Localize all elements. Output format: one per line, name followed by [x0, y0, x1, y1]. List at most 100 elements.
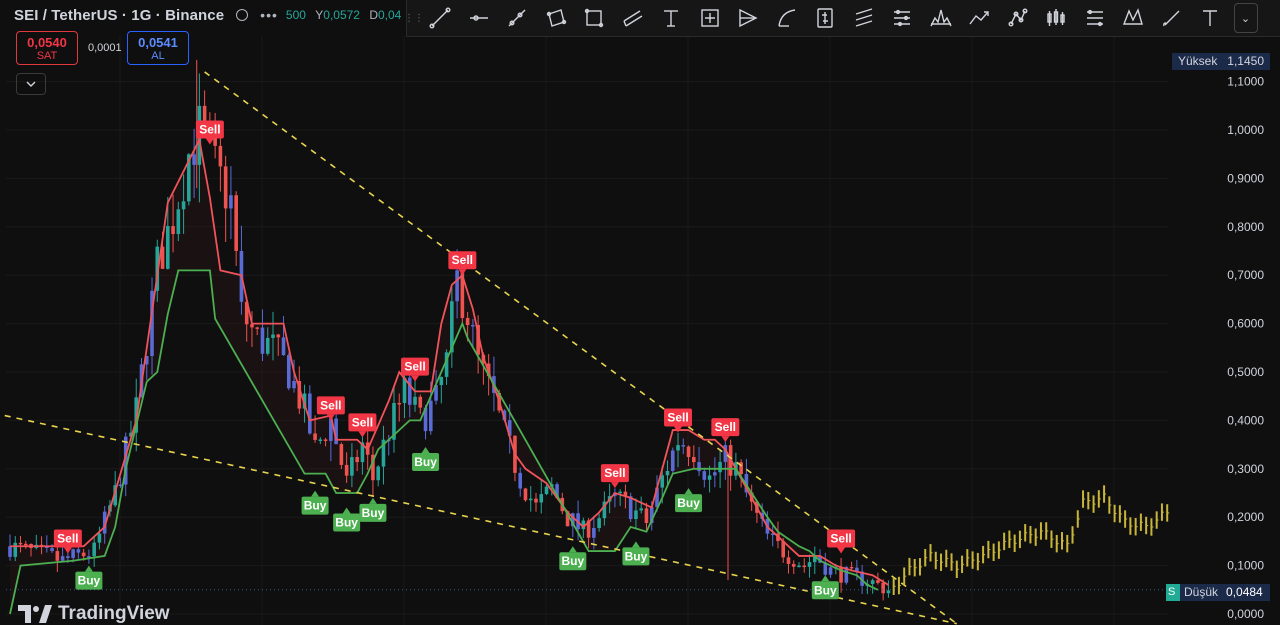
signal-text: Buy	[677, 496, 700, 510]
tool-trend-line-button[interactable]	[421, 0, 460, 36]
candle-body	[8, 546, 12, 557]
candle-body	[786, 557, 791, 564]
tool-text-t-button[interactable]	[652, 0, 691, 36]
rectangle-shape-icon	[546, 9, 566, 27]
candle-body	[523, 488, 528, 501]
buy-button[interactable]: 0,0541 AL	[127, 31, 189, 65]
signal-text: Buy	[625, 549, 648, 563]
y-tick-label: 1,1000	[1227, 75, 1264, 89]
candle-body	[676, 445, 680, 451]
tool-fib-extension-button[interactable]	[1076, 0, 1115, 36]
tool-head-shoulders-button[interactable]	[922, 0, 961, 36]
candle-body	[886, 590, 891, 594]
tool-ray-button[interactable]	[498, 0, 537, 36]
candle-body	[118, 484, 123, 487]
candle-body	[276, 334, 281, 338]
tool-fib-lines-button[interactable]	[845, 0, 884, 36]
tool-parallel-channel-button[interactable]	[614, 0, 653, 36]
more-options-icon[interactable]: •••	[260, 7, 278, 23]
candle-body	[465, 317, 470, 326]
candle-body	[397, 402, 402, 405]
candle-body	[71, 549, 75, 558]
price-chart[interactable]: 0,0000 0,1000 0,2000 0,3000 0,4000 0,5000 0,60…	[0, 0, 1280, 625]
curve-icon	[778, 9, 795, 27]
toolbar-grip-icon[interactable]: ⋮⋮	[404, 0, 424, 36]
market-status-icon[interactable]	[236, 9, 249, 21]
candle-body	[618, 491, 622, 494]
candle-body	[13, 542, 18, 557]
candle-body	[686, 446, 691, 458]
candle-body	[791, 563, 796, 567]
candle-body	[60, 556, 65, 561]
candle-body	[18, 542, 23, 545]
y-tick-label: 0,5000	[1227, 365, 1264, 379]
tool-brush-button[interactable]	[1153, 0, 1192, 36]
brush-icon	[1162, 10, 1180, 27]
signal-text: Sell	[320, 398, 341, 412]
candle-body	[429, 400, 433, 432]
tool-price-note-button[interactable]	[806, 0, 845, 36]
candle-body	[23, 543, 28, 546]
candle-body	[518, 472, 523, 489]
candle-body	[376, 466, 380, 481]
symbol-title[interactable]: SEI / TetherUS · 1G · Binance	[0, 7, 224, 24]
candle-body	[166, 226, 170, 269]
candle-body	[876, 580, 880, 583]
candle-body	[344, 464, 349, 476]
candle-body	[308, 393, 312, 434]
buy-label: AL	[151, 50, 165, 62]
tool-pitchfork-button[interactable]	[729, 0, 768, 36]
signal-text: Buy	[814, 583, 837, 597]
tool-xabcd-button[interactable]	[1114, 0, 1153, 36]
path-icon	[969, 11, 989, 25]
horizontal-ray-icon	[469, 15, 488, 21]
y-tick-label: 0,0000	[1227, 607, 1264, 621]
candle-body	[250, 324, 254, 328]
sell-price: 0,0540	[27, 35, 67, 50]
candle-body	[181, 201, 186, 210]
y-tick-label: 0,1000	[1227, 559, 1264, 573]
candle-body	[50, 548, 54, 552]
tool-horizontal-ray-button[interactable]	[460, 0, 499, 36]
sell-button[interactable]: 0,0540 SAT	[16, 31, 78, 65]
candle-body	[634, 510, 638, 520]
tool-curve-button[interactable]	[768, 0, 807, 36]
candle-body	[313, 433, 317, 440]
tool-rectangle-shape-button[interactable]	[537, 0, 576, 36]
signal-text: Sell	[715, 420, 736, 434]
spread-value: 0,0001	[88, 42, 122, 54]
rectangle-icon	[585, 8, 604, 28]
tool-path-button[interactable]	[960, 0, 999, 36]
candle-body	[718, 461, 722, 473]
fib-extension-icon	[1086, 9, 1103, 27]
tool-candles-button[interactable]	[1037, 0, 1076, 36]
ohlc-low-label: D	[369, 8, 378, 22]
toolbar-collapse-chevron-icon[interactable]: ⌄	[1233, 3, 1258, 33]
signal-text: Buy	[362, 506, 385, 520]
candle-body	[234, 195, 238, 251]
tradingview-logo[interactable]: TradingView	[18, 603, 170, 625]
candle-body	[644, 508, 649, 523]
y-tick-label: 0,8000	[1227, 220, 1264, 234]
tool-gann-lines-button[interactable]	[883, 0, 922, 36]
candle-body	[534, 498, 538, 503]
candle-body	[81, 552, 86, 557]
candle-body	[418, 396, 423, 408]
tool-pattern-nodes-button[interactable]	[999, 0, 1038, 36]
candle-body	[713, 472, 717, 476]
candle-body	[171, 226, 175, 235]
candle-body	[318, 439, 323, 441]
signal-text: Sell	[199, 123, 220, 137]
candle-body	[702, 471, 707, 480]
collapse-trade-button[interactable]	[16, 73, 46, 95]
candle-body	[355, 457, 359, 463]
candle-body	[528, 498, 533, 501]
sell-label: SAT	[36, 50, 58, 62]
high-label: Yüksek	[1178, 54, 1218, 68]
tool-crosshair-measure-button[interactable]	[691, 0, 730, 36]
tool-rectangle-button[interactable]	[575, 0, 614, 36]
tool-text-button[interactable]	[1191, 0, 1230, 36]
signal-text: Buy	[335, 516, 358, 530]
candle-body	[55, 551, 60, 561]
candle-body	[439, 376, 444, 386]
